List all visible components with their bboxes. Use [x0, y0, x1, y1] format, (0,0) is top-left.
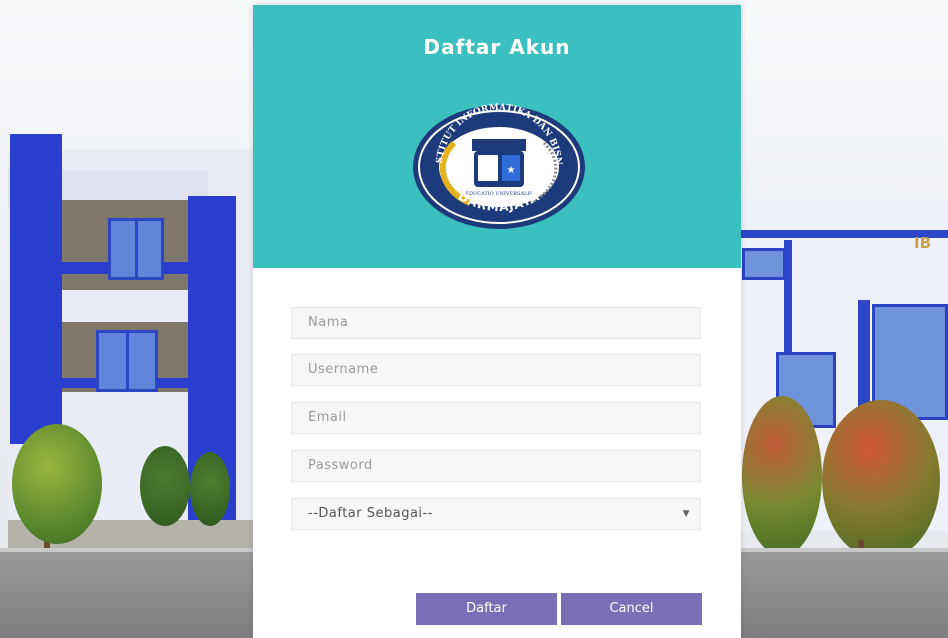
- role-select[interactable]: --Daftar Sebagai-- ▼: [291, 498, 701, 530]
- svg-text:★: ★: [507, 165, 516, 176]
- right-building-window: [742, 248, 786, 280]
- darmajaya-logo: ★ EDUCATIO UNIVERSALIS INSTITUT INFORMAT…: [410, 103, 585, 229]
- register-card: Daftar Akun ★ EDUCATIO UNIVERSALIS INSTI…: [253, 5, 741, 638]
- tree: [190, 452, 230, 526]
- password-field[interactable]: Password: [291, 450, 701, 482]
- left-building-window: [96, 330, 158, 392]
- nama-field[interactable]: Nama: [291, 307, 701, 339]
- tree: [742, 396, 822, 556]
- username-placeholder: Username: [308, 362, 379, 377]
- email-field[interactable]: Email: [291, 402, 701, 434]
- cancel-button[interactable]: Cancel: [561, 593, 702, 625]
- left-building-window: [108, 218, 164, 280]
- left-building-pillar: [10, 134, 62, 444]
- card-header: Daftar Akun ★ EDUCATIO UNIVERSALIS INSTI…: [253, 5, 741, 268]
- password-placeholder: Password: [308, 458, 373, 473]
- page-title: Daftar Akun: [423, 35, 571, 59]
- email-placeholder: Email: [308, 410, 347, 425]
- tree: [140, 446, 190, 526]
- daftar-button[interactable]: Daftar: [416, 593, 557, 625]
- chevron-down-icon: ▼: [682, 509, 690, 519]
- tree: [12, 424, 102, 544]
- nama-placeholder: Nama: [308, 315, 349, 330]
- role-select-value: --Daftar Sebagai--: [308, 506, 433, 521]
- building-sign: IB: [914, 234, 932, 252]
- username-field[interactable]: Username: [291, 354, 701, 386]
- tree: [822, 400, 940, 560]
